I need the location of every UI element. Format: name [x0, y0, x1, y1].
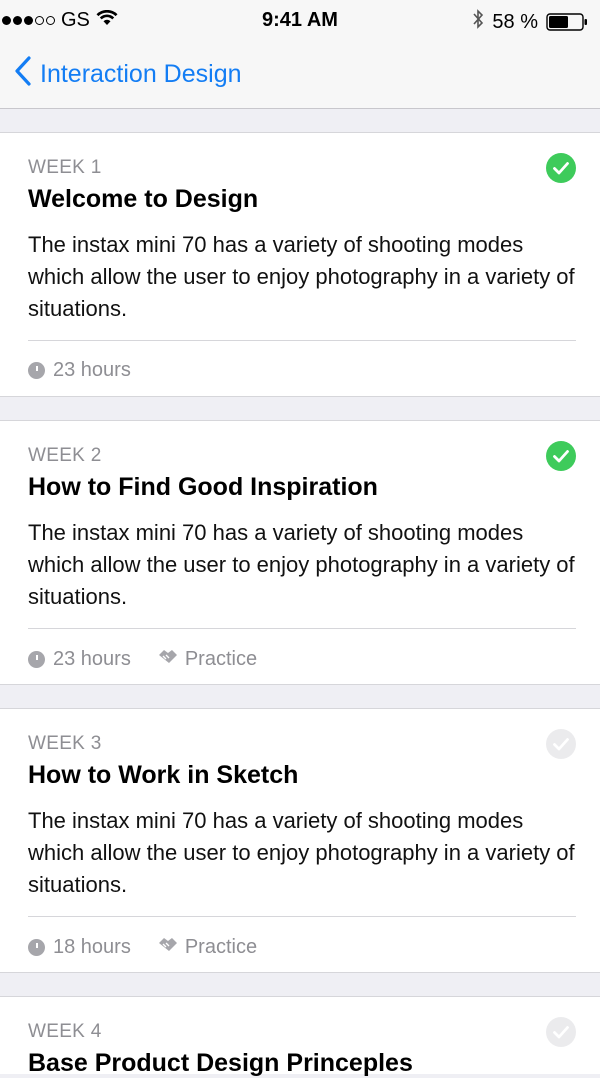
week-duration: 23 hours — [53, 647, 131, 670]
week-card[interactable]: WEEK 2 How to Find Good Inspiration The … — [0, 420, 600, 685]
card-divider — [28, 340, 576, 341]
week-card[interactable]: WEEK 3 How to Work in Sketch The instax … — [0, 708, 600, 973]
status-right: 58 % — [472, 9, 588, 35]
week-description: The instax mini 70 has a variety of shoo… — [28, 520, 575, 609]
battery-icon — [546, 13, 588, 31]
back-button[interactable]: Interaction Design — [14, 56, 242, 93]
status-bar: GS 9:41 AM 58 % — [0, 0, 600, 42]
week-meta: 23 hours — [28, 359, 131, 382]
battery-percent: 58 % — [492, 10, 538, 33]
clock-icon — [28, 938, 45, 956]
week-title: How to Find Good Inspiration — [28, 473, 378, 501]
week-number: WEEK 1 — [28, 157, 102, 178]
week-duration: 23 hours — [53, 359, 131, 381]
week-description: The instax mini 70 has a variety of shoo… — [28, 808, 575, 897]
week-meta: 23 hours Practice — [28, 647, 257, 671]
practice-label: Practice — [184, 647, 258, 670]
completed-check-icon — [546, 441, 576, 471]
practice-tag: Practice — [157, 935, 257, 959]
card-divider — [28, 628, 576, 629]
week-number: WEEK 3 — [28, 733, 102, 754]
week-meta: 18 hours Practice — [28, 935, 257, 959]
completed-check-icon — [546, 153, 576, 183]
card-divider — [28, 916, 576, 917]
week-description: The instax mini 70 has a variety of shoo… — [28, 232, 575, 321]
bluetooth-icon — [472, 9, 484, 35]
clock-icon — [28, 650, 45, 668]
practice-label: Practice — [184, 935, 258, 958]
clock-icon — [28, 362, 45, 379]
week-title: Welcome to Design — [28, 185, 259, 213]
incomplete-check-icon — [546, 729, 576, 759]
practice-icon — [157, 935, 185, 959]
incomplete-check-icon — [546, 1017, 576, 1047]
practice-icon — [157, 647, 185, 671]
navigation-bar: Interaction Design — [0, 42, 600, 109]
chevron-left-icon — [14, 56, 32, 93]
practice-tag: Practice — [157, 647, 257, 671]
week-title: How to Work in Sketch — [28, 761, 299, 789]
week-number: WEEK 2 — [28, 445, 102, 466]
back-button-label: Interaction Design — [40, 60, 242, 88]
week-card[interactable]: WEEK 4 Base Product Design Princeples — [0, 996, 600, 1077]
week-card[interactable]: WEEK 1 Welcome to Design The instax mini… — [0, 132, 600, 397]
week-duration: 18 hours — [53, 935, 131, 958]
week-number: WEEK 4 — [28, 1021, 102, 1042]
